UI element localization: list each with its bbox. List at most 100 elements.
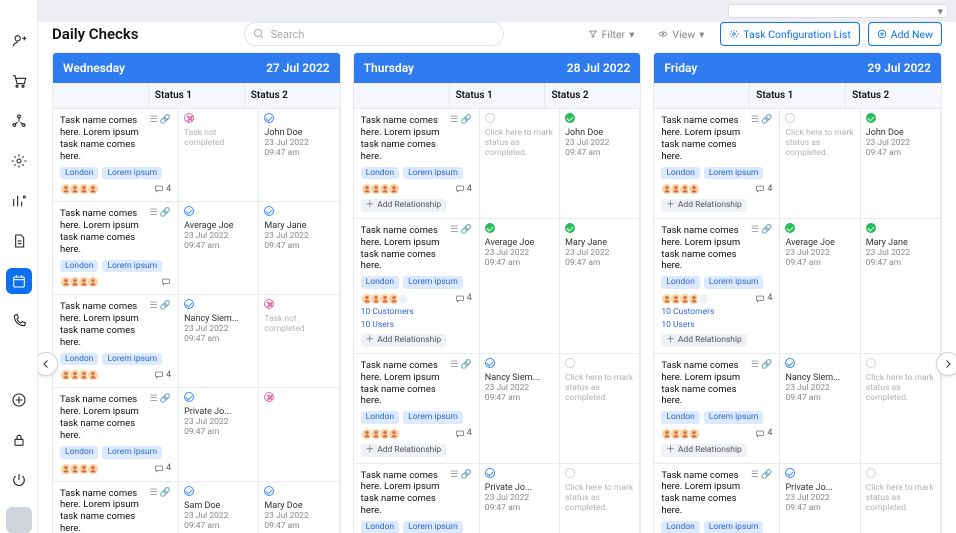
status-name: Average Joe xyxy=(785,238,854,248)
task-tag: Lorem ipsum xyxy=(403,276,463,289)
comment-count[interactable]: 4 xyxy=(455,293,472,304)
task-cell[interactable]: Task name comes here. Lorem ipsum task n… xyxy=(354,354,480,463)
task-row: Task name comes here. Lorem ipsum task n… xyxy=(654,109,941,219)
power-nav[interactable] xyxy=(6,467,32,493)
task-cell[interactable]: Task name comes here. Lorem ipsum task n… xyxy=(53,202,179,294)
analytics-nav[interactable] xyxy=(6,188,32,214)
add-relationship[interactable]: ＋ Add Relationship xyxy=(361,334,447,347)
status-cell[interactable]: Sam Doe 23 Jul 2022 09:47 am xyxy=(179,482,259,533)
status-cell[interactable]: Nancy Siem... 23 Jul 2022 09:47 am xyxy=(179,295,259,387)
comment-count[interactable]: 4 xyxy=(455,184,472,195)
plus-circle-nav[interactable] xyxy=(6,387,32,413)
comment-count[interactable]: 4 xyxy=(154,463,171,474)
task-cell[interactable]: Task name comes here. Lorem ipsum task n… xyxy=(53,388,179,480)
status-cell[interactable]: Mary Doe 23 Jul 2022 09:47 am xyxy=(259,482,339,533)
task-cell[interactable]: Task name comes here. Lorem ipsum task n… xyxy=(354,464,480,533)
status-cell[interactable]: Click here to mark status as completed. xyxy=(780,109,860,218)
status-cell[interactable]: Nancy Siem... 23 Jul 2022 09:47 am xyxy=(780,354,860,463)
user-avatar[interactable] xyxy=(6,507,32,533)
avatars xyxy=(661,428,700,440)
network-nav[interactable] xyxy=(6,108,32,134)
comment-count[interactable]: 4 xyxy=(154,184,171,195)
add-relationship[interactable]: ＋ Add Relationship xyxy=(661,334,747,347)
status-icon xyxy=(184,206,194,216)
status-date: 23 Jul 2022 xyxy=(485,248,554,258)
status-cell[interactable]: Click here to mark status as completed. xyxy=(861,354,941,463)
lock-nav[interactable] xyxy=(6,427,32,453)
chat-icon xyxy=(154,370,164,380)
status-cell[interactable]: Average Joe 23 Jul 2022 09:47 am xyxy=(480,219,560,353)
task-cell[interactable]: Task name comes here. Lorem ipsum task n… xyxy=(654,464,780,533)
status-cell[interactable]: Private Jo... 23 Jul 2022 09:47 am xyxy=(780,464,860,533)
add-relationship-label: Add Relationship xyxy=(377,445,441,456)
comment-count[interactable] xyxy=(161,277,171,287)
status-cell[interactable]: Click here to mark status as completed. xyxy=(560,464,640,533)
comment-count[interactable]: 4 xyxy=(755,184,772,195)
task-cell[interactable]: Task name comes here. Lorem ipsum task n… xyxy=(53,295,179,387)
status-cell[interactable]: Mary Jane 23 Jul 2022 09:47 am xyxy=(560,219,640,353)
calendar-nav[interactable] xyxy=(6,268,32,294)
status-cell[interactable] xyxy=(259,388,339,480)
task-row: Task name comes here. Lorem ipsum task n… xyxy=(354,219,641,354)
status-cell[interactable]: Mary Jane 23 Jul 2022 09:47 am xyxy=(259,202,339,294)
comment-count[interactable]: 4 xyxy=(755,428,772,439)
status-cell[interactable]: Average Joe 23 Jul 2022 09:47 am xyxy=(179,202,259,294)
add-relationship[interactable]: ＋ Add Relationship xyxy=(361,444,447,457)
status2-header: Status 2 xyxy=(545,83,640,108)
chevron-left-icon xyxy=(40,358,52,370)
task-cell[interactable]: Task name comes here. Lorem ipsum task n… xyxy=(53,482,179,533)
topbar-dropdown[interactable]: ▾ xyxy=(728,4,948,18)
task-cell[interactable]: Task name comes here. Lorem ipsum task n… xyxy=(53,109,179,201)
task-tag: London xyxy=(661,276,699,289)
status-cell[interactable]: Mary Jane 23 Jul 2022 09:47 am xyxy=(861,219,941,353)
cart-nav[interactable] xyxy=(6,68,32,94)
status-date: 23 Jul 2022 xyxy=(565,248,634,258)
status-cell[interactable]: Task not completed xyxy=(179,109,259,201)
task-cell[interactable]: Task name comes here. Lorem ipsum task n… xyxy=(654,219,780,353)
comment-count[interactable]: 4 xyxy=(755,293,772,304)
task-cell[interactable]: Task name comes here. Lorem ipsum task n… xyxy=(654,354,780,463)
filter-button[interactable]: Filter▾ xyxy=(580,22,643,46)
task-config-button[interactable]: Task Configuration List xyxy=(720,22,859,46)
comment-count[interactable]: 4 xyxy=(455,428,472,439)
status-cell[interactable]: Click here to mark status as completed. xyxy=(480,109,560,218)
task-tag: London xyxy=(60,353,98,366)
task-cell[interactable]: Task name comes here. Lorem ipsum task n… xyxy=(354,219,480,353)
status-cell[interactable]: John Doe 23 Jul 2022 09:47 am xyxy=(259,109,339,201)
add-relationship[interactable]: ＋ Add Relationship xyxy=(661,199,747,212)
phone-nav[interactable] xyxy=(6,308,32,334)
document-nav[interactable] xyxy=(6,228,32,254)
status-cell[interactable]: Nancy Siem... 23 Jul 2022 09:47 am xyxy=(480,354,560,463)
add-relationship[interactable]: ＋ Add Relationship xyxy=(361,199,447,212)
status-cell[interactable]: Click here to mark status as completed. xyxy=(861,464,941,533)
status-cell[interactable]: Click here to mark status as completed. xyxy=(560,354,640,463)
status-cell[interactable]: John Doe 23 Jul 2022 09:47 am xyxy=(560,109,640,218)
gear-nav[interactable] xyxy=(6,148,32,174)
task-cell[interactable]: Task name comes here. Lorem ipsum task n… xyxy=(654,109,780,218)
add-user-nav[interactable] xyxy=(6,28,32,54)
status-icon xyxy=(565,358,575,368)
plus-icon xyxy=(877,29,887,39)
status-date: 23 Jul 2022 xyxy=(184,511,253,521)
gear-icon xyxy=(729,29,739,39)
next-arrow[interactable] xyxy=(936,352,956,376)
status-cell[interactable]: John Doe 23 Jul 2022 09:47 am xyxy=(861,109,941,218)
search-input[interactable]: Search xyxy=(244,22,504,46)
status-time: 09:47 am xyxy=(264,521,333,531)
task-title: Task name comes here. Lorem ipsum task n… xyxy=(361,115,447,163)
status-time: 09:47 am xyxy=(184,427,253,437)
status-cell[interactable]: Private Jo... 23 Jul 2022 09:47 am xyxy=(480,464,560,533)
comment-count[interactable]: 4 xyxy=(154,370,171,381)
add-relationship-label: Add Relationship xyxy=(377,200,441,211)
document-icon xyxy=(11,233,27,249)
chevron-right-icon xyxy=(942,358,954,370)
status-cell[interactable]: Task not completed xyxy=(259,295,339,387)
task-cell[interactable]: Task name comes here. Lorem ipsum task n… xyxy=(354,109,480,218)
status-icon xyxy=(565,113,575,123)
add-new-button[interactable]: Add New xyxy=(868,22,942,46)
status-name: John Doe xyxy=(866,128,935,138)
status-cell[interactable]: Private Jo... 23 Jul 2022 09:47 am xyxy=(179,388,259,480)
status-cell[interactable]: Average Joe 23 Jul 2022 09:47 am xyxy=(780,219,860,353)
view-button[interactable]: View▾ xyxy=(650,22,712,46)
add-relationship[interactable]: ＋ Add Relationship xyxy=(661,444,747,457)
